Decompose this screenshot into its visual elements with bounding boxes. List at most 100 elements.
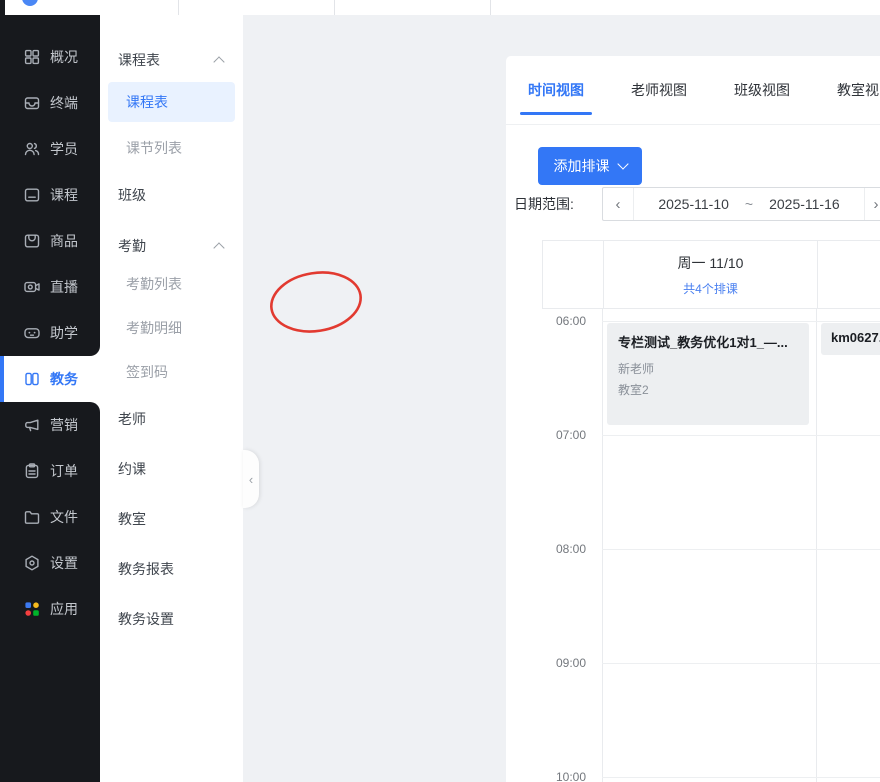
date-separator: ~ <box>745 196 753 212</box>
hour-line <box>602 549 880 550</box>
study-icon <box>23 324 41 342</box>
app-logo-partial <box>22 0 38 6</box>
time-label: 08:00 <box>542 541 586 557</box>
menu-item-9[interactable]: 约课 <box>100 444 243 494</box>
sidebar-item-6[interactable]: 助学 <box>0 310 100 356</box>
main-content: 时间视图老师视图 班级视图 教室视图 添加排课 日期范围: ‹ 2025-11-10… <box>243 15 880 782</box>
tab-divider <box>178 0 179 15</box>
menu-item-2[interactable]: 课节列表 <box>100 126 243 170</box>
sidebar-item-label: 终端 <box>50 93 78 113</box>
grid-icon <box>23 48 41 66</box>
next-week-arrow[interactable]: › <box>864 188 880 220</box>
folder-icon <box>23 508 41 526</box>
calendar-body[interactable]: 06:0007:0008:0009:0010:00专栏测试_教务优化1对1_—.… <box>542 309 880 782</box>
event-title: 专栏测试_教务优化1对1_—... <box>618 332 798 351</box>
time-gutter-header <box>543 241 603 308</box>
start-date[interactable]: 2025-11-10 <box>658 196 729 212</box>
end-date[interactable]: 2025-11-16 <box>769 196 840 212</box>
sidebar-item-2[interactable]: 学员 <box>0 126 100 172</box>
day-header-1: 周二 11/11共3个排课 <box>817 241 880 308</box>
schedule-grid: 周一 11/10共4个排课周二 11/11共3个排课周三共 06:0007:00… <box>542 240 880 782</box>
menu-item-6[interactable]: 考勤明细 <box>100 306 243 350</box>
book-icon <box>23 370 41 388</box>
screen: 概况终端学员课程商品直播助学教务营销订单文件设置应用 课程表课程表课节列表班级考… <box>0 0 880 782</box>
date-range-values[interactable]: 2025-11-10 ~ 2025-11-16 <box>634 188 864 220</box>
tab-0[interactable]: 时间视图 <box>528 56 584 124</box>
prev-week-arrow[interactable]: ‹ <box>603 188 634 220</box>
day-label: 周一 11/10 <box>678 253 744 273</box>
menu-item-8[interactable]: 老师 <box>100 394 243 444</box>
menu-item-11[interactable]: 教务报表 <box>100 544 243 594</box>
event-card[interactable]: km0627... <box>821 323 880 355</box>
tab-3[interactable]: 教室视图 <box>837 56 880 124</box>
hour-line <box>602 663 880 664</box>
tab-2[interactable]: 班级视图 <box>734 56 790 124</box>
sidebar-item-label: 订单 <box>50 461 78 481</box>
sidebar-item-7[interactable]: 教务 <box>0 356 100 402</box>
sidebar-item-label: 营销 <box>50 415 78 435</box>
sidebar-item-label: 学员 <box>50 139 78 159</box>
time-label: 06:00 <box>542 313 586 329</box>
add-schedule-button[interactable]: 添加排课 <box>538 147 642 185</box>
sidebar-item-1[interactable]: 终端 <box>0 80 100 126</box>
apps-icon <box>23 600 41 618</box>
view-tabs: 时间视图老师视图 班级视图 教室视图 <box>506 56 880 125</box>
sidebar-item-5[interactable]: 直播 <box>0 264 100 310</box>
sidebar-item-4[interactable]: 商品 <box>0 218 100 264</box>
tab-divider <box>334 0 335 15</box>
grid-line <box>602 309 603 782</box>
chevron-down-icon <box>617 158 628 169</box>
sidebar-item-3[interactable]: 课程 <box>0 172 100 218</box>
menu-group-0[interactable]: 课程表 <box>100 44 243 76</box>
calendar-header: 周一 11/10共4个排课周二 11/11共3个排课周三共 <box>542 240 880 309</box>
menu-item-1[interactable]: 课程表 <box>108 82 235 122</box>
date-range-row: 日期范围: ‹ 2025-11-10 ~ 2025-11-16 › 本周 下周 <box>506 187 880 221</box>
day-schedule-count[interactable]: 共4个排课 <box>683 280 738 297</box>
hour-line <box>602 777 880 778</box>
sidebar-item-label: 概况 <box>50 47 78 67</box>
sidebar-item-label: 直播 <box>50 277 78 297</box>
primary-sidebar-items: 概况终端学员课程商品直播助学教务营销订单文件设置应用 <box>0 34 100 632</box>
hour-line <box>602 435 880 436</box>
sidebar-item-9[interactable]: 订单 <box>0 448 100 494</box>
sidebar-item-0[interactable]: 概况 <box>0 34 100 80</box>
secondary-sidebar-items: 课程表课程表课节列表班级考勤考勤列表考勤明细签到码老师约课教室教务报表教务设置 <box>100 44 243 644</box>
goods-icon <box>23 232 41 250</box>
menu-item-10[interactable]: 教室 <box>100 494 243 544</box>
day-header-0: 周一 11/10 共4个排课 <box>603 241 817 308</box>
menu-item-3[interactable]: 班级 <box>100 170 243 220</box>
menu-group-label: 考勤 <box>118 236 146 256</box>
tab-label: 教室视图 <box>837 80 880 100</box>
sidebar-item-label: 助学 <box>50 323 78 343</box>
sidebar-item-label: 设置 <box>50 553 78 573</box>
tab-label: 班级视图 <box>734 80 790 100</box>
sidebar-item-8[interactable]: 营销 <box>0 402 100 448</box>
chevron-left-icon: ‹ <box>249 472 253 487</box>
menu-group-4[interactable]: 考勤 <box>100 230 243 262</box>
hour-line <box>602 321 880 322</box>
menu-group-label: 课程表 <box>118 50 160 70</box>
menu-item-7[interactable]: 签到码 <box>100 350 243 394</box>
live-icon <box>23 278 41 296</box>
time-label: 10:00 <box>542 769 586 782</box>
sidebar-item-10[interactable]: 文件 <box>0 494 100 540</box>
sidebar-item-label: 课程 <box>50 185 78 205</box>
sidebar-item-label: 文件 <box>50 507 78 527</box>
sidebar-item-label: 教务 <box>50 369 78 389</box>
chevron-up-icon <box>213 242 224 253</box>
grid-line <box>816 309 817 782</box>
secondary-sidebar: 课程表课程表课节列表班级考勤考勤列表考勤明细签到码老师约课教室教务报表教务设置 <box>100 15 243 782</box>
megaphone-icon <box>23 416 41 434</box>
menu-item-12[interactable]: 教务设置 <box>100 594 243 644</box>
date-range-picker: ‹ 2025-11-10 ~ 2025-11-16 › <box>602 187 880 221</box>
tab-1[interactable]: 老师视图 <box>631 56 687 124</box>
time-label: 09:00 <box>542 655 586 671</box>
menu-item-5[interactable]: 考勤列表 <box>100 262 243 306</box>
event-card[interactable]: 专栏测试_教务优化1对1_—...新老师教室2 <box>607 323 809 425</box>
sidebar-item-12[interactable]: 应用 <box>0 586 100 632</box>
sidebar-top-edge <box>0 0 5 15</box>
event-room: 教室2 <box>618 381 798 398</box>
gear-icon <box>23 554 41 572</box>
sidebar-item-11[interactable]: 设置 <box>0 540 100 586</box>
sidebar-collapse-handle[interactable]: ‹ <box>243 450 259 508</box>
